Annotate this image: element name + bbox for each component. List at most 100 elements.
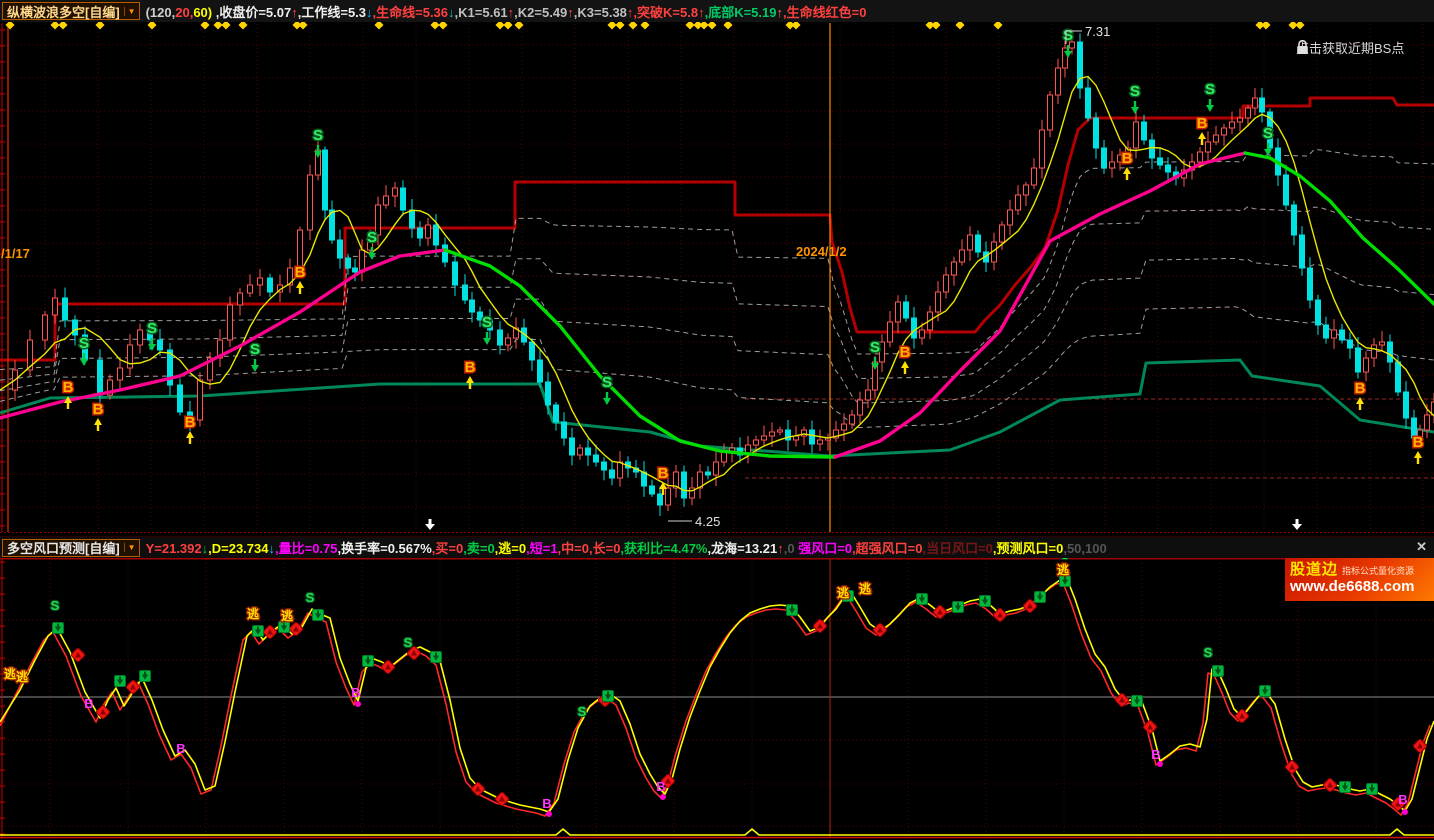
svg-text:/1/17: /1/17: [1, 246, 30, 261]
axis-left: [0, 558, 5, 839]
indicator-value: ,生命线=5.36: [373, 5, 449, 20]
svg-text:S: S: [1263, 125, 1273, 142]
svg-text:S: S: [306, 590, 315, 605]
oscillator-indicator-bar: 多空风口预测[自编] ▼ Y=21.392↓,D=23.734↓,量比=0.75…: [0, 536, 1434, 558]
svg-text:B: B: [1413, 434, 1424, 451]
close-panel-button[interactable]: ✕: [1416, 539, 1427, 555]
indicator-value: ,买=0: [432, 541, 463, 556]
svg-text:逃: 逃: [281, 608, 294, 623]
main-indicator-values: (120,20,60) ,收盘价=5.07↑,工作线=5.3↓,生命线=5.36…: [146, 2, 867, 21]
svg-text:逃: 逃: [247, 606, 260, 621]
watermark-ad[interactable]: 股道边 指标公式量化资源 www.de6688.com: [1285, 558, 1434, 601]
svg-text:B: B: [658, 465, 669, 482]
svg-text:S: S: [1063, 27, 1073, 44]
indicator-value: ,长=0: [589, 541, 620, 556]
svg-text:S: S: [1205, 81, 1215, 98]
svg-text:逃: 逃: [16, 669, 29, 684]
svg-text:B: B: [295, 264, 306, 281]
watermark-tagline: 指标公式量化资源: [1342, 566, 1414, 576]
svg-text:B: B: [1151, 747, 1160, 762]
svg-text:4.25: 4.25: [695, 514, 720, 529]
candles-layer: [13, 33, 1434, 515]
oscillator-indicator-selector[interactable]: 多空风口预测[自编] ▼: [2, 539, 140, 557]
d-line-red: [0, 583, 1430, 816]
indicator-value: ,逃=0: [495, 541, 526, 556]
magenta-dot-markers: [355, 701, 1408, 817]
indicator-value: ,当日风口=0: [922, 541, 992, 556]
svg-text:7.31: 7.31: [1085, 24, 1110, 39]
dropdown-arrow-icon[interactable]: ▼: [124, 7, 136, 16]
svg-text:B: B: [93, 401, 104, 418]
svg-text:B: B: [900, 344, 911, 361]
indicator-value: 60): [193, 5, 212, 20]
svg-text:S: S: [79, 335, 89, 352]
indicator-value: ,50,100: [1063, 541, 1106, 556]
oscillator-chart[interactable]: BBBBBBBSSSSSS逃逃逃逃逃逃逃: [0, 557, 1434, 840]
level-lines: [0, 559, 1434, 838]
indicator-value: ,超强风口=0: [852, 541, 922, 556]
red-diamond-markers: [71, 599, 1428, 812]
grid-layer: [0, 24, 1434, 533]
indicator-value: ,预测风口=0: [993, 541, 1063, 556]
dropdown-arrow-icon[interactable]: ▼: [124, 543, 136, 552]
indicator-value: ,工作线=5.3: [298, 5, 366, 20]
svg-text:B: B: [351, 685, 360, 700]
indicator-value: ,量比=0.75: [275, 541, 338, 556]
indicator-value: ,D=23.734: [208, 541, 268, 556]
indicator-value: ,获利比=4.47%: [620, 541, 707, 556]
indicator-value: ,突破K=5.8: [633, 5, 698, 20]
svg-text:S: S: [250, 341, 260, 358]
grid-layer: [0, 559, 1434, 838]
svg-text:B: B: [1197, 115, 1208, 132]
bs-markers: SSSSSSSSSSSSBBBBBBBBBBB: [63, 27, 1424, 495]
svg-text:B: B: [176, 741, 185, 756]
svg-text:逃: 逃: [859, 581, 872, 596]
main-price-chart[interactable]: /1/172024/1/2SSSSSSSSSSSSBBBBBBBBBBB7.31…: [0, 22, 1434, 533]
indicator-value: ,0: [784, 541, 795, 556]
indicator-value: ,换手率=0.567%: [338, 541, 432, 556]
svg-text:B: B: [656, 779, 665, 794]
svg-text:B: B: [1355, 380, 1366, 397]
indicator-value: 20,: [175, 5, 193, 20]
svg-text:S: S: [367, 229, 377, 246]
bs-points-overlay[interactable]: 点击获取近期BS点: [1296, 38, 1404, 57]
svg-text:S: S: [602, 374, 612, 391]
svg-text:B: B: [1122, 150, 1133, 167]
svg-text:S: S: [51, 598, 60, 613]
svg-text:S: S: [870, 339, 880, 356]
svg-text:S: S: [313, 127, 323, 144]
date-markers: /1/17 2024/1/2: [1, 23, 847, 532]
bs-overlay-text: 点击获取近期BS点: [1296, 38, 1404, 57]
indicator-value: ,短=1: [526, 541, 557, 556]
svg-text:B: B: [465, 359, 476, 376]
main-indicator-title: 纵横波浪多空[自编]: [7, 2, 120, 21]
svg-text:S: S: [578, 704, 587, 719]
indicator-value: ,卖=0: [463, 541, 494, 556]
indicator-value: ,收盘价=5.07: [212, 5, 291, 20]
watermark-url: www.de6688.com: [1290, 578, 1429, 595]
svg-text:S: S: [147, 320, 157, 337]
svg-text:B: B: [63, 379, 74, 396]
indicator-value: (120,: [146, 5, 176, 20]
svg-text:S: S: [404, 635, 413, 650]
zero-signal-yellow: [0, 829, 1434, 835]
indicator-value: 强风口=0: [795, 541, 852, 556]
indicator-value: ,K3=5.38: [574, 5, 627, 20]
main-indicator-bar: 纵横波浪多空[自编] ▼ (120,20,60) ,收盘价=5.07↑,工作线=…: [0, 0, 1434, 22]
svg-text:S: S: [1204, 645, 1213, 660]
indicator-value: ,底部K=5.19: [705, 5, 777, 20]
svg-text:S: S: [482, 314, 492, 331]
indicator-value: ,生命线红色=0: [783, 5, 866, 20]
k-line-yellow: [0, 579, 1434, 812]
svg-text:逃: 逃: [1057, 562, 1070, 577]
price-axis-left: [0, 23, 5, 532]
indicator-value: Y=21.392: [146, 541, 202, 556]
lock-icon: [1296, 40, 1309, 55]
indicator-value: ,龙海=13.21: [708, 541, 778, 556]
main-indicator-selector[interactable]: 纵横波浪多空[自编] ▼: [2, 2, 140, 20]
oscillator-indicator-values: Y=21.392↓,D=23.734↓,量比=0.75,换手率=0.567%,买…: [146, 538, 1107, 557]
indicator-value: ,中=0: [558, 541, 589, 556]
svg-text:逃: 逃: [837, 585, 850, 600]
svg-text:2024/1/2: 2024/1/2: [796, 244, 847, 259]
svg-text:B: B: [84, 696, 93, 711]
